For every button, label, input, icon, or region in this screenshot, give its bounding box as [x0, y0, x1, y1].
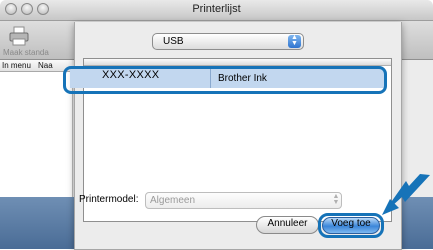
- popup-arrows-icon: ▲ ▼: [288, 34, 301, 48]
- window-title: Printerlijst: [192, 3, 241, 15]
- pointer-arrow-icon: [382, 174, 430, 215]
- printer-model-label: Printermodel:: [79, 194, 139, 205]
- printer-model-value: Algemeen: [150, 195, 196, 206]
- model-popup-arrows-icon: ▲ ▼: [332, 193, 340, 206]
- table-header: [84, 59, 391, 66]
- column-header-name[interactable]: Naa: [38, 61, 53, 70]
- printer-list: [0, 72, 73, 197]
- column-header-in-menu[interactable]: In menu: [2, 61, 31, 70]
- cancel-button-label: Annuleer: [267, 218, 308, 229]
- printer-icon[interactable]: [8, 26, 30, 46]
- make-default-label[interactable]: Maak standa: [3, 48, 49, 57]
- add-button-label: Voeg toe: [331, 218, 371, 229]
- selection-highlight-frame: [63, 66, 387, 94]
- connection-type-value: USB: [163, 36, 184, 47]
